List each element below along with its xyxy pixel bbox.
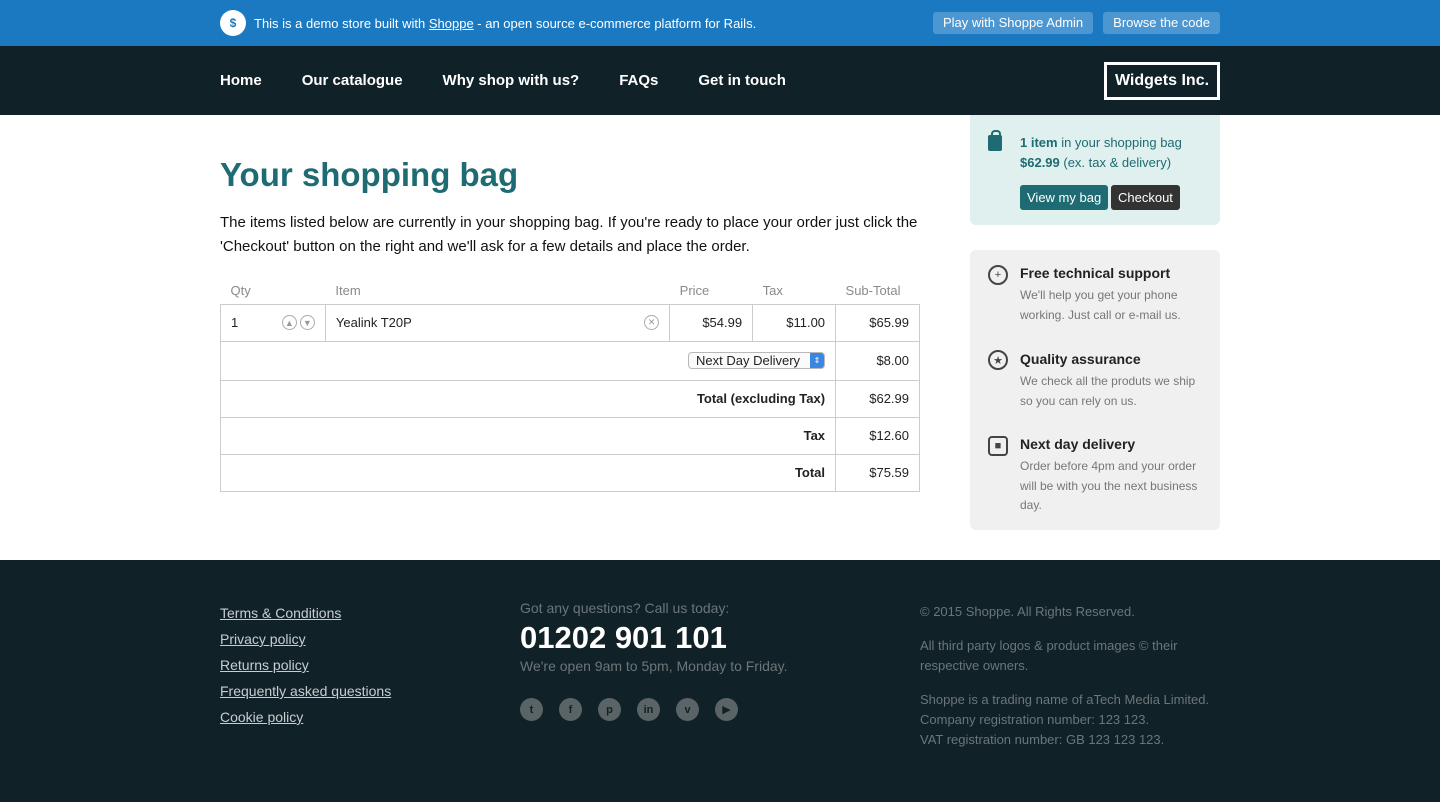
- shoppe-link[interactable]: Shoppe: [429, 16, 474, 31]
- opening-hours: We're open 9am to 5pm, Monday to Friday.: [520, 658, 788, 674]
- footer-contact: Got any questions? Call us today: 01202 …: [520, 600, 788, 721]
- award-icon: ★: [988, 350, 1008, 370]
- price-header: Price: [669, 278, 753, 305]
- basket-summary: 1 item in your shopping bag $62.99 (ex. …: [1020, 135, 1182, 170]
- linkedin-icon[interactable]: in: [637, 698, 660, 721]
- phone-number[interactable]: 01202 901 101: [520, 620, 788, 656]
- returns-link[interactable]: Returns policy: [220, 656, 391, 682]
- usp-panel: + Free technical support We'll help you …: [970, 250, 1220, 530]
- terms-link[interactable]: Terms & Conditions: [220, 604, 391, 630]
- table-row: 1 ▲ ▼ Yealink T20P ✕ $54.99 $11.00 $65.9…: [220, 303, 920, 342]
- remove-item-icon[interactable]: ✕: [644, 315, 660, 330]
- item-subtotal: $65.99: [835, 303, 920, 342]
- item-tax: $11.00: [752, 303, 837, 342]
- item-header: Item: [325, 278, 670, 305]
- total-ex-tax-row: Total (excluding Tax) $62.99: [219, 379, 920, 418]
- item-name[interactable]: Yealink T20P: [336, 315, 412, 330]
- play-admin-button[interactable]: Play with Shoppe Admin: [932, 12, 1094, 34]
- company-reg: Company registration number: 123 123.: [920, 712, 1150, 727]
- demo-banner: $ This is a demo store built with Shoppe…: [0, 0, 1440, 46]
- nav-home[interactable]: Home: [220, 72, 262, 89]
- cookie-link[interactable]: Cookie policy: [220, 708, 391, 734]
- usp-item: Quality assurance We check all the produ…: [1020, 351, 1196, 408]
- view-bag-button[interactable]: View my bag: [1020, 185, 1109, 210]
- decrease-qty-icon[interactable]: ▼: [299, 315, 315, 330]
- qty-header: Qty: [220, 278, 326, 305]
- bag-table: Qty Item Price Tax Sub-Total 1 ▲ ▼ Yeali…: [219, 278, 920, 492]
- delivery-select[interactable]: Next Day Delivery ⇕: [688, 352, 826, 369]
- total-amount: $75.59: [835, 453, 920, 492]
- item-price: $54.99: [669, 303, 754, 342]
- tax-label: Tax: [219, 416, 837, 455]
- lifebuoy-icon: +: [988, 265, 1008, 285]
- footer-links: Terms & Conditions Privacy policy Return…: [220, 604, 391, 734]
- contact-question: Got any questions? Call us today:: [520, 600, 730, 616]
- main-nav: Home Our catalogue Why shop with us? FAQ…: [0, 46, 1440, 115]
- total-ex-tax-label: Total (excluding Tax): [219, 379, 837, 418]
- vat-reg: VAT registration number: GB 123 123 123.: [920, 732, 1165, 747]
- footer-legal: © 2015 Shoppe. All Rights Reserved. All …: [920, 602, 1220, 750]
- shopping-bag-icon: [988, 130, 1002, 151]
- usp-item: Next day delivery Order before 4pm and y…: [1020, 436, 1198, 512]
- total-row: Total $75.59: [219, 453, 920, 492]
- demo-message: This is a demo store built with Shoppe -…: [254, 15, 757, 31]
- total-label: Total: [219, 453, 837, 492]
- nav-catalogue[interactable]: Our catalogue: [302, 72, 403, 89]
- privacy-link[interactable]: Privacy policy: [220, 630, 391, 656]
- tax-amount: $12.60: [835, 416, 920, 455]
- brand-logo[interactable]: Widgets Inc.: [1104, 61, 1220, 100]
- social-links: t f p in v ▶: [520, 698, 788, 721]
- checkout-button[interactable]: Checkout: [1111, 185, 1180, 210]
- usp-item: Free technical support We'll help you ge…: [1020, 265, 1181, 322]
- trading-name: Shoppe is a trading name of aTech Media …: [920, 692, 1210, 707]
- quantity-value: 1: [231, 315, 239, 330]
- tax-header: Tax: [752, 278, 836, 305]
- intro-text: The items listed below are currently in …: [220, 214, 918, 255]
- delivery-amount: $8.00: [835, 340, 920, 381]
- bus-icon: ■: [988, 436, 1008, 456]
- copyright: © 2015 Shoppe. All Rights Reserved.: [920, 604, 1135, 619]
- subtotal-header: Sub-Total: [835, 278, 920, 305]
- youtube-icon[interactable]: ▶: [715, 698, 738, 721]
- select-arrows-icon: ⇕: [810, 353, 825, 368]
- tax-row: Tax $12.60: [219, 416, 920, 455]
- logos-notice: All third party logos & product images ©…: [920, 638, 1178, 673]
- delivery-row: Next Day Delivery ⇕ $8.00: [219, 340, 920, 381]
- footer: Terms & Conditions Privacy policy Return…: [0, 560, 1440, 802]
- vimeo-icon[interactable]: v: [676, 698, 699, 721]
- faq-link[interactable]: Frequently asked questions: [220, 682, 391, 708]
- nav-contact[interactable]: Get in touch: [698, 72, 786, 89]
- nav-faqs[interactable]: FAQs: [619, 72, 658, 89]
- facebook-icon[interactable]: f: [559, 698, 582, 721]
- shoppe-logo-icon: $: [220, 10, 246, 36]
- twitter-icon[interactable]: t: [520, 698, 543, 721]
- mini-basket: 1 item in your shopping bag $62.99 (ex. …: [970, 115, 1220, 225]
- browse-code-button[interactable]: Browse the code: [1103, 12, 1220, 34]
- increase-qty-icon[interactable]: ▲: [281, 315, 297, 330]
- nav-why-shop[interactable]: Why shop with us?: [443, 72, 580, 89]
- total-ex-tax-amount: $62.99: [835, 379, 920, 418]
- delivery-selected: Next Day Delivery: [696, 353, 801, 368]
- pinterest-icon[interactable]: p: [598, 698, 621, 721]
- page-title: Your shopping bag: [220, 156, 519, 193]
